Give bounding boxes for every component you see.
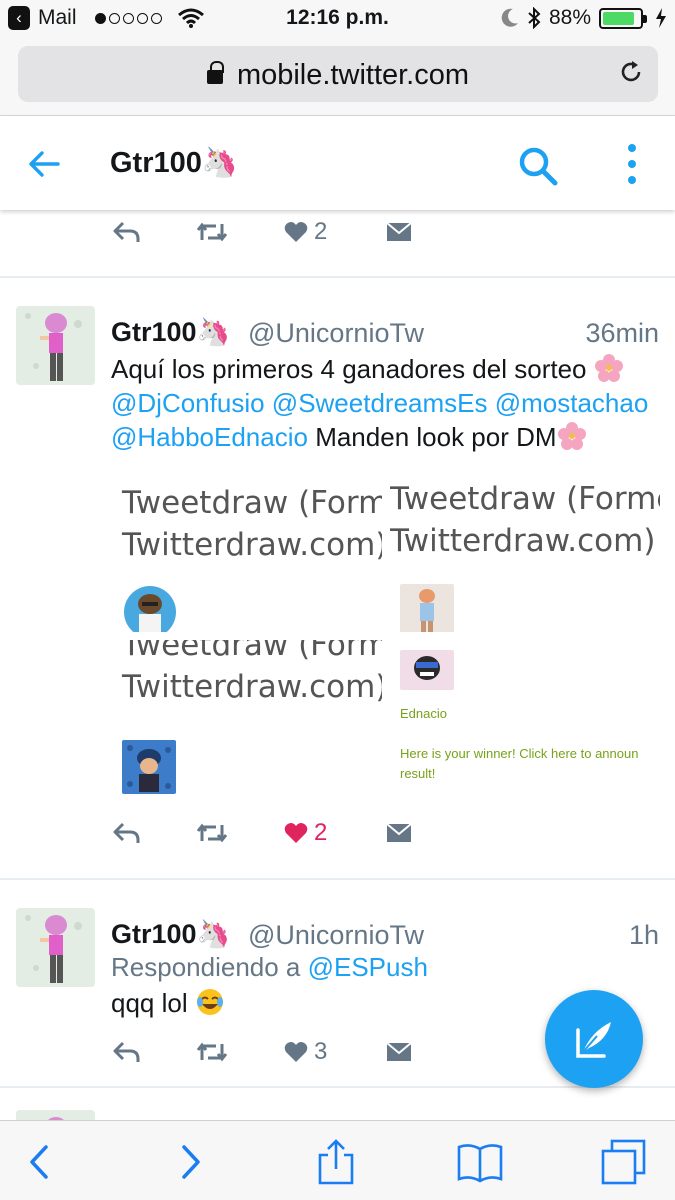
- tweet-timestamp[interactable]: 1h: [629, 920, 659, 951]
- card-title: Twitterdraw.com): [390, 523, 656, 559]
- compose-feather-icon: [576, 1022, 611, 1058]
- like-count: 3: [314, 1038, 328, 1065]
- avatar[interactable]: [16, 908, 95, 987]
- reply-icon[interactable]: [112, 220, 140, 244]
- direct-message-icon[interactable]: [386, 1042, 412, 1062]
- address-bar[interactable]: mobile.twitter.com: [18, 46, 658, 102]
- avatar[interactable]: [16, 1110, 95, 1120]
- card-title: Tweetdraw (Forme: [390, 482, 660, 517]
- bluetooth-icon: [528, 7, 541, 29]
- tweet-author-name[interactable]: Gtr100🦄: [111, 316, 230, 348]
- bookmarks-icon[interactable]: [456, 1139, 504, 1185]
- like-count: 2: [314, 218, 328, 245]
- card-title: Tweetdraw (Forme: [122, 640, 382, 663]
- search-icon[interactable]: [516, 144, 560, 188]
- tweet-author-handle[interactable]: @UnicornioTw: [248, 318, 424, 349]
- cherry-blossom-icon: [557, 422, 586, 450]
- retweet-icon[interactable]: [196, 1040, 228, 1064]
- like-button[interactable]: 2: [284, 819, 327, 847]
- tweet-text-body: qqq lol: [111, 988, 188, 1018]
- moon-icon: [501, 8, 518, 27]
- reply-icon[interactable]: [112, 1040, 140, 1064]
- twitter-header: Gtr100🦄: [0, 116, 675, 210]
- avatar-image: [16, 306, 95, 385]
- heart-icon: [284, 222, 308, 242]
- direct-message-icon[interactable]: [386, 222, 412, 242]
- share-icon[interactable]: [312, 1139, 360, 1185]
- media-image[interactable]: Tweetdraw (Forme Twitterdraw.com): [390, 482, 660, 632]
- tabs-icon[interactable]: [600, 1139, 648, 1185]
- retweet-icon[interactable]: [196, 821, 228, 845]
- reload-icon[interactable]: [618, 59, 644, 85]
- like-button[interactable]: 2: [284, 218, 327, 246]
- cherry-blossom-icon: [594, 354, 623, 382]
- mention-link[interactable]: @mostachao: [495, 388, 649, 418]
- browser-back-icon[interactable]: [18, 1139, 66, 1185]
- winner-avatar: [400, 584, 454, 632]
- reply-prefix: Respondiendo a: [111, 952, 308, 982]
- status-bar: ‹ Mail 12:16 p.m. 88%: [0, 0, 675, 38]
- winner-link-cont[interactable]: result!: [400, 766, 435, 781]
- heart-filled-icon: [284, 823, 308, 843]
- like-count: 2: [314, 819, 328, 846]
- heart-icon: [284, 1042, 308, 1062]
- like-button[interactable]: 3: [284, 1038, 327, 1066]
- charging-bolt-icon: [656, 8, 666, 28]
- tweet-author-name[interactable]: Gtr100🦄: [111, 918, 230, 950]
- tweet-timestamp[interactable]: 36min: [585, 318, 659, 349]
- tweet-text-end: Manden look por DM: [307, 422, 557, 452]
- browser-forward-icon[interactable]: [164, 1139, 212, 1185]
- avatar[interactable]: [16, 306, 95, 385]
- media-image[interactable]: Ednacio Here is your winner! Click here …: [390, 640, 660, 810]
- tweet-text-start: Aquí los primeros 4 ganadores del sorteo: [111, 354, 594, 384]
- mention-link[interactable]: @SweetdreamsEs: [272, 388, 488, 418]
- card-title: Twitterdraw.com): [122, 527, 382, 563]
- divider: [0, 878, 675, 880]
- divider: [0, 276, 675, 278]
- timeline[interactable]: 2 Gtr100🦄 @UnicornioTw 36min Aquí los pr…: [0, 210, 675, 1120]
- tears-of-joy-icon: [196, 989, 223, 1015]
- battery-icon: [599, 7, 647, 29]
- direct-message-icon[interactable]: [386, 823, 412, 843]
- battery-percentage: 88%: [548, 6, 591, 29]
- winner-avatar: [122, 740, 176, 794]
- reply-context: Respondiendo a @ESPush: [111, 950, 661, 984]
- winner-link[interactable]: Here is your winner! Click here to annou…: [400, 746, 638, 761]
- retweet-icon[interactable]: [196, 220, 228, 244]
- winner-name: Ednacio: [400, 706, 447, 721]
- tweet-text: Aquí los primeros 4 ganadores del sorteo…: [111, 352, 661, 454]
- winner-avatar: [124, 586, 176, 632]
- browser-url-area: mobile.twitter.com: [0, 38, 675, 116]
- arrow-left-icon[interactable]: [26, 146, 62, 182]
- media-image[interactable]: Tweetdraw (Forme Twitterdraw.com): [112, 640, 382, 810]
- tweet-author-handle[interactable]: @UnicornioTw: [248, 920, 424, 951]
- avatar-image: [16, 908, 95, 987]
- mention-link[interactable]: @DjConfusio: [111, 388, 265, 418]
- winner-avatar: [400, 650, 454, 690]
- reply-icon[interactable]: [112, 821, 140, 845]
- browser-toolbar: [0, 1120, 675, 1200]
- card-title: Tweetdraw (Forme: [122, 485, 382, 521]
- profile-title: Gtr100🦄: [110, 147, 238, 179]
- media-image[interactable]: Tweetdraw (Forme Twitterdraw.com): [112, 482, 382, 632]
- more-vertical-icon[interactable]: [620, 142, 644, 188]
- compose-tweet-button[interactable]: [545, 990, 643, 1088]
- url-text[interactable]: mobile.twitter.com: [237, 59, 469, 91]
- mention-link[interactable]: @ESPush: [308, 952, 428, 982]
- lock-icon: [206, 61, 224, 84]
- card-title: Twitterdraw.com): [122, 669, 382, 705]
- mention-link[interactable]: @HabboEdnacio: [111, 422, 308, 452]
